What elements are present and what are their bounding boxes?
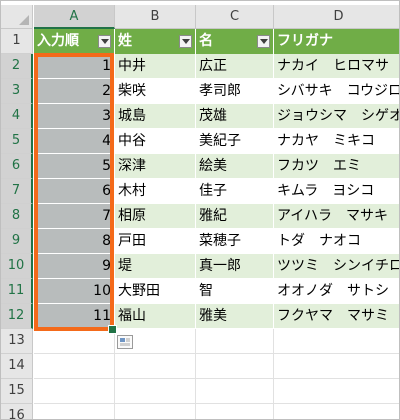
row-header-11[interactable]: 11 <box>1 279 33 304</box>
selected-cell[interactable]: 2 <box>34 79 115 104</box>
table-cell[interactable]: 深津 <box>115 154 196 179</box>
auto-fill-options-icon[interactable] <box>117 335 133 349</box>
table-header-label: 名 <box>199 33 213 49</box>
empty-cell[interactable] <box>115 354 196 379</box>
table-header-label: 姓 <box>118 33 132 49</box>
table-cell[interactable]: 中谷 <box>115 129 196 154</box>
filter-dropdown-icon[interactable] <box>179 35 192 48</box>
column-header-c[interactable]: C <box>196 5 274 29</box>
table-header-label: 入力順 <box>37 33 79 49</box>
row-header-12[interactable]: 12 <box>1 304 33 329</box>
table-header-cell[interactable]: フリガナ <box>274 29 399 54</box>
table-cell[interactable]: 智 <box>196 279 274 304</box>
empty-cell[interactable] <box>34 329 115 354</box>
empty-cell[interactable] <box>274 404 399 419</box>
select-all-triangle-icon <box>19 15 29 25</box>
table-cell[interactable]: フクヤマ マサミ <box>274 304 399 329</box>
row-header-9[interactable]: 9 <box>1 229 33 254</box>
table-cell[interactable]: キムラ ヨシコ <box>274 179 399 204</box>
table-cell[interactable]: ジョウシマ シゲオ <box>274 104 399 129</box>
row-header-7[interactable]: 7 <box>1 179 33 204</box>
selected-cell[interactable]: 9 <box>34 254 115 279</box>
auto-fill-glyph <box>126 338 130 342</box>
table-cell[interactable]: 絵美 <box>196 154 274 179</box>
empty-cell[interactable] <box>196 379 274 404</box>
selected-cell[interactable]: 10 <box>34 279 115 304</box>
table-cell[interactable]: 真一郎 <box>196 254 274 279</box>
filter-dropdown-icon[interactable] <box>257 35 270 48</box>
column-header-d[interactable]: D <box>274 5 399 29</box>
table-header-cell[interactable]: 入力順 <box>34 29 115 54</box>
selected-cell[interactable]: 3 <box>34 104 115 129</box>
column-header-a[interactable]: A <box>34 5 115 29</box>
empty-cell[interactable] <box>115 404 196 419</box>
row-header-8[interactable]: 8 <box>1 204 33 229</box>
table-cell[interactable]: 戸田 <box>115 229 196 254</box>
table-cell[interactable]: 木村 <box>115 179 196 204</box>
column-header-b[interactable]: B <box>115 5 196 29</box>
fill-handle[interactable] <box>108 325 117 334</box>
selected-cell[interactable]: 7 <box>34 204 115 229</box>
row-header-2[interactable]: 2 <box>1 54 33 79</box>
table-cell[interactable]: フカツ エミ <box>274 154 399 179</box>
table-cell[interactable]: 広正 <box>196 54 274 79</box>
table-header-label: フリガナ <box>277 33 333 49</box>
table-cell[interactable]: 福山 <box>115 304 196 329</box>
row-header-14[interactable]: 14 <box>1 354 33 379</box>
table-cell[interactable]: 大野田 <box>115 279 196 304</box>
table-cell[interactable]: 茂雄 <box>196 104 274 129</box>
table-header-cell[interactable]: 名 <box>196 29 274 54</box>
table-header-cell[interactable]: 姓 <box>115 29 196 54</box>
row-header-15[interactable]: 15 <box>1 379 33 404</box>
empty-cell[interactable] <box>274 329 399 354</box>
auto-fill-glyph <box>120 338 125 342</box>
table-cell[interactable]: 美紀子 <box>196 129 274 154</box>
table-cell[interactable]: トダ ナオコ <box>274 229 399 254</box>
table-cell[interactable]: ナカヤ ミキコ <box>274 129 399 154</box>
empty-cell[interactable] <box>34 404 115 419</box>
selected-cell[interactable]: 5 <box>34 154 115 179</box>
table-cell[interactable]: シバサキ コウジロウ <box>274 79 399 104</box>
table-cell[interactable]: 雅美 <box>196 304 274 329</box>
empty-cell[interactable] <box>196 404 274 419</box>
spreadsheet-window: A B C D 1 2 3 4 5 6 7 8 9 10 11 12 13 14 15 16 入力順姓名フリガナ 1 中井広… <box>0 0 400 420</box>
empty-cell[interactable] <box>196 354 274 379</box>
table-cell[interactable]: 孝司郎 <box>196 79 274 104</box>
table-cell[interactable]: アイハラ マサキ <box>274 204 399 229</box>
row-header-13[interactable]: 13 <box>1 329 33 354</box>
row-header-6[interactable]: 6 <box>1 154 33 179</box>
table-cell[interactable]: オオノダ サトシ <box>274 279 399 304</box>
empty-cell[interactable] <box>274 354 399 379</box>
row-header-1[interactable]: 1 <box>1 29 33 54</box>
empty-cell[interactable] <box>115 379 196 404</box>
selected-cell[interactable]: 11 <box>34 304 115 329</box>
auto-fill-glyph <box>120 343 130 346</box>
row-header-10[interactable]: 10 <box>1 254 33 279</box>
selected-cell[interactable]: 4 <box>34 129 115 154</box>
filter-dropdown-icon[interactable] <box>98 35 111 48</box>
table-cell[interactable]: 中井 <box>115 54 196 79</box>
table-cell[interactable]: 佳子 <box>196 179 274 204</box>
table-cell[interactable]: 城島 <box>115 104 196 129</box>
empty-cell[interactable] <box>274 379 399 404</box>
table-cell[interactable]: 菜穂子 <box>196 229 274 254</box>
row-header-5[interactable]: 5 <box>1 129 33 154</box>
table-cell[interactable]: 堤 <box>115 254 196 279</box>
select-all-corner[interactable] <box>1 5 33 29</box>
empty-cell[interactable] <box>34 354 115 379</box>
row-header-16[interactable]: 16 <box>1 404 33 419</box>
table-cell[interactable]: ツツミ シンイチロウ <box>274 254 399 279</box>
empty-cell[interactable] <box>196 329 274 354</box>
selected-cell[interactable]: 1 <box>34 54 115 79</box>
row-header-3[interactable]: 3 <box>1 79 33 104</box>
table-cell[interactable]: 相原 <box>115 204 196 229</box>
table-cell[interactable]: ナカイ ヒロマサ <box>274 54 399 79</box>
selected-cell[interactable]: 8 <box>34 229 115 254</box>
table-cell[interactable]: 雅紀 <box>196 204 274 229</box>
selected-cell[interactable]: 6 <box>34 179 115 204</box>
row-header-4[interactable]: 4 <box>1 104 33 129</box>
table-cell[interactable]: 柴咲 <box>115 79 196 104</box>
empty-cell[interactable] <box>34 379 115 404</box>
